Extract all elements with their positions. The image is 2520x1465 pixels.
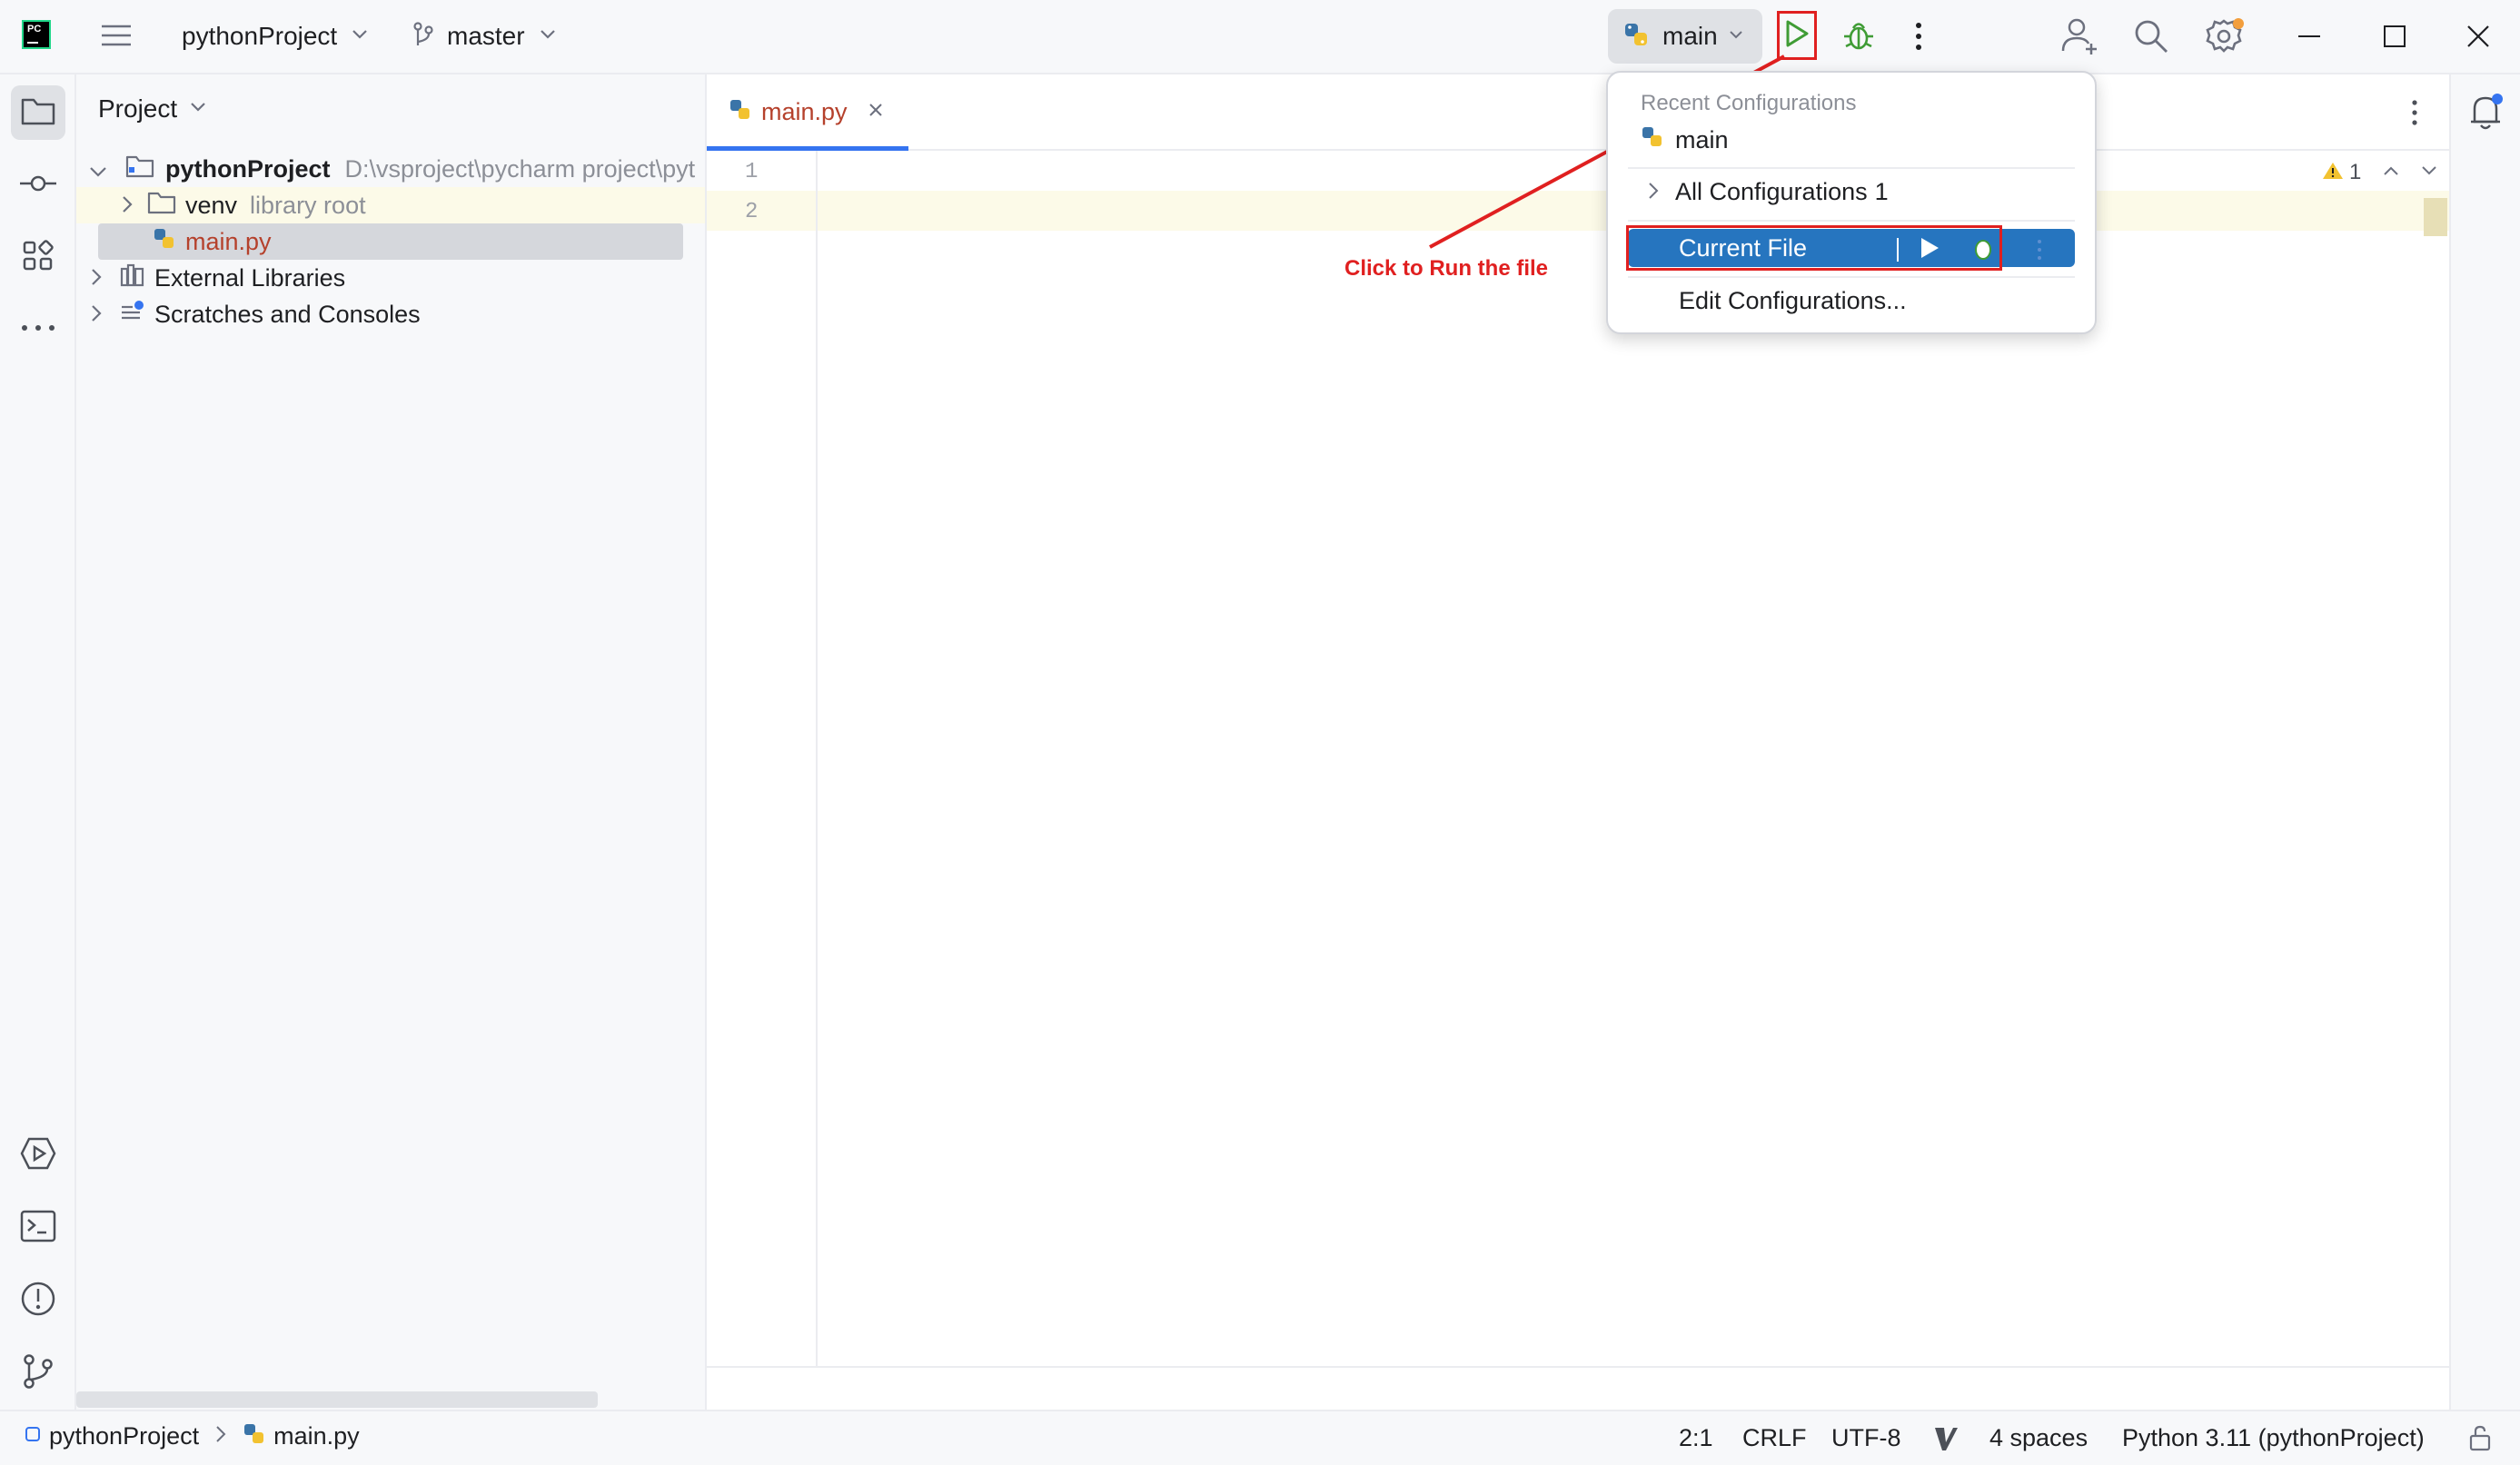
python-icon xyxy=(243,1422,266,1450)
chevron-right-icon xyxy=(215,1425,226,1448)
vim-icon[interactable] xyxy=(1933,1426,1959,1456)
popup-item-all-configurations[interactable]: All Configurations 1 xyxy=(1648,178,1889,206)
caret-position[interactable]: 2:1 xyxy=(1679,1424,1713,1452)
popup-item-main[interactable]: main xyxy=(1641,125,1729,155)
breadcrumb-file[interactable]: main.py xyxy=(273,1422,360,1450)
run-configurations-popup: Recent Configurations main All Configura… xyxy=(1606,71,2097,334)
annotation-arrow xyxy=(1429,54,1785,249)
chevron-right-icon xyxy=(1648,178,1659,206)
popup-item-edit-configurations[interactable]: Edit Configurations... xyxy=(1679,287,1907,315)
debug-icon[interactable] xyxy=(1973,234,1993,266)
module-icon xyxy=(24,1425,42,1448)
breadcrumb: pythonProject main.py xyxy=(24,1422,360,1450)
breadcrumb-project[interactable]: pythonProject xyxy=(49,1422,199,1450)
line-separator[interactable]: CRLF xyxy=(1742,1424,1807,1452)
lock-icon[interactable] xyxy=(2467,1424,2493,1456)
file-encoding[interactable]: UTF-8 xyxy=(1831,1424,1901,1452)
python-icon xyxy=(1641,125,1664,155)
status-bar: pythonProject main.py 2:1 CRLF UTF-8 4 s… xyxy=(0,1410,2520,1465)
popup-separator xyxy=(1628,276,2075,278)
indent-setting[interactable]: 4 spaces xyxy=(1989,1424,2088,1452)
popup-item-label: Current File xyxy=(1679,234,1808,262)
annotation-label: Click to Run the file xyxy=(1344,256,1549,281)
popup-item-label: All Configurations xyxy=(1675,178,1868,205)
popup-separator xyxy=(1628,167,2075,169)
popup-separator xyxy=(1628,220,2075,222)
popup-item-count: 1 xyxy=(1874,178,1889,205)
popup-section-header: Recent Configurations xyxy=(1641,91,1857,115)
python-interpreter[interactable]: Python 3.11 (pythonProject) xyxy=(2122,1424,2425,1452)
run-icon[interactable] xyxy=(1919,236,1940,264)
popup-item-label: main xyxy=(1675,126,1729,153)
popup-item-divider xyxy=(1897,238,1899,262)
more-vertical-icon[interactable] xyxy=(2035,238,2044,266)
